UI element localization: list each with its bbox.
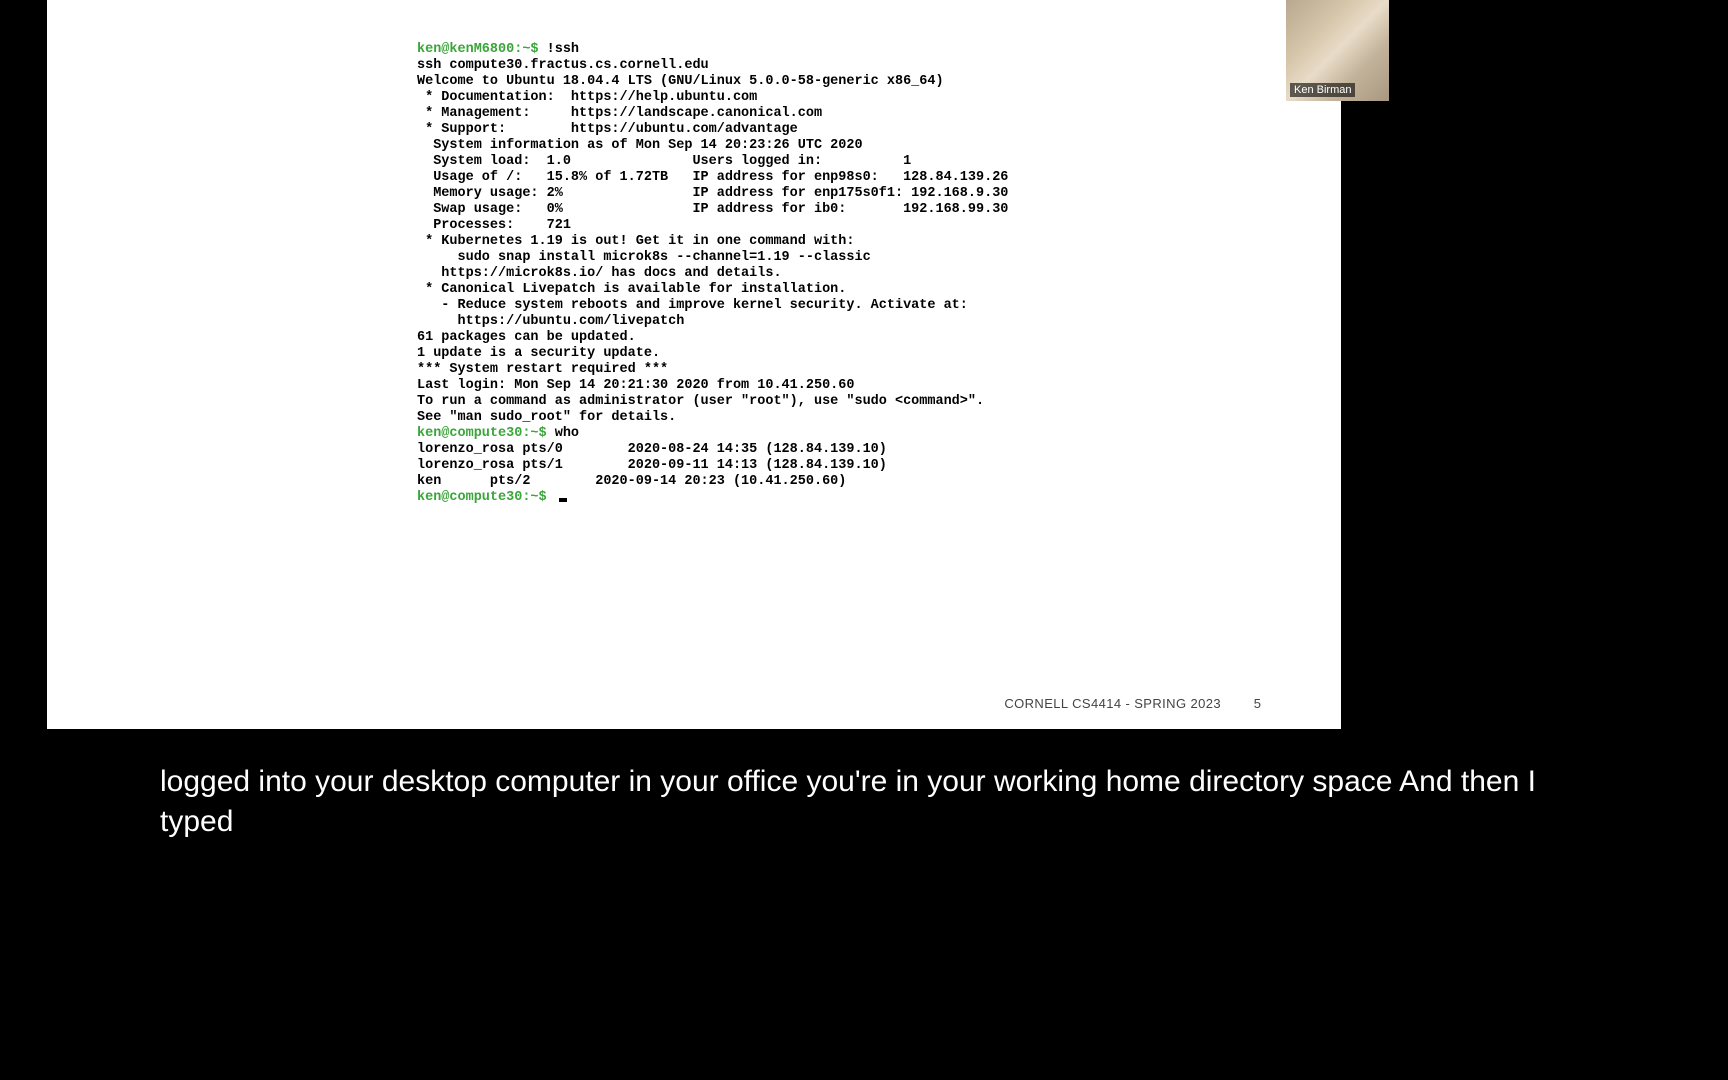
terminal-line: - Reduce system reboots and improve kern…: [417, 298, 1008, 314]
terminal-line: System information as of Mon Sep 14 20:2…: [417, 138, 1008, 154]
shell-command: who: [555, 426, 579, 441]
terminal-line: Last login: Mon Sep 14 20:21:30 2020 fro…: [417, 378, 1008, 394]
terminal-line: * Support: https://ubuntu.com/advantage: [417, 122, 1008, 138]
terminal-line: See "man sudo_root" for details.: [417, 410, 1008, 426]
presenter-webcam: Ken Birman: [1286, 0, 1389, 101]
terminal-line: * Kubernetes 1.19 is out! Get it in one …: [417, 234, 1008, 250]
terminal-line: ken@compute30:~$: [417, 490, 1008, 506]
slide-page-number: 5: [1254, 696, 1261, 711]
terminal-line: ssh compute30.fractus.cs.cornell.edu: [417, 58, 1008, 74]
presenter-name-label: Ken Birman: [1290, 83, 1355, 97]
video-caption: logged into your desktop computer in you…: [160, 762, 1568, 842]
terminal-line: To run a command as administrator (user …: [417, 394, 1008, 410]
terminal-output: ken@kenM6800:~$ !sshssh compute30.fractu…: [417, 42, 1008, 506]
shell-prompt: ken@compute30:~$: [417, 490, 555, 505]
terminal-line: sudo snap install microk8s --channel=1.1…: [417, 250, 1008, 266]
terminal-line: Memory usage: 2% IP address for enp175s0…: [417, 186, 1008, 202]
terminal-line: Processes: 721: [417, 218, 1008, 234]
terminal-line: ken pts/2 2020-09-14 20:23 (10.41.250.60…: [417, 474, 1008, 490]
terminal-line: *** System restart required ***: [417, 362, 1008, 378]
slide-content: ken@kenM6800:~$ !sshssh compute30.fractu…: [47, 0, 1341, 729]
terminal-line: ken@compute30:~$ who: [417, 426, 1008, 442]
terminal-line: System load: 1.0 Users logged in: 1: [417, 154, 1008, 170]
terminal-line: 61 packages can be updated.: [417, 330, 1008, 346]
terminal-line: lorenzo_rosa pts/0 2020-08-24 14:35 (128…: [417, 442, 1008, 458]
shell-prompt: ken@kenM6800:~$: [417, 42, 547, 57]
terminal-line: * Management: https://landscape.canonica…: [417, 106, 1008, 122]
cursor-icon: [559, 498, 567, 502]
shell-prompt: ken@compute30:~$: [417, 426, 555, 441]
shell-command: !ssh: [547, 42, 579, 57]
slide-footer-course: CORNELL CS4414 - SPRING 2023: [1004, 696, 1221, 711]
terminal-line: https://ubuntu.com/livepatch: [417, 314, 1008, 330]
terminal-line: * Documentation: https://help.ubuntu.com: [417, 90, 1008, 106]
terminal-line: Welcome to Ubuntu 18.04.4 LTS (GNU/Linux…: [417, 74, 1008, 90]
terminal-line: lorenzo_rosa pts/1 2020-09-11 14:13 (128…: [417, 458, 1008, 474]
terminal-line: * Canonical Livepatch is available for i…: [417, 282, 1008, 298]
terminal-line: Usage of /: 15.8% of 1.72TB IP address f…: [417, 170, 1008, 186]
terminal-line: 1 update is a security update.: [417, 346, 1008, 362]
terminal-line: Swap usage: 0% IP address for ib0: 192.1…: [417, 202, 1008, 218]
terminal-line: https://microk8s.io/ has docs and detail…: [417, 266, 1008, 282]
terminal-line: ken@kenM6800:~$ !ssh: [417, 42, 1008, 58]
